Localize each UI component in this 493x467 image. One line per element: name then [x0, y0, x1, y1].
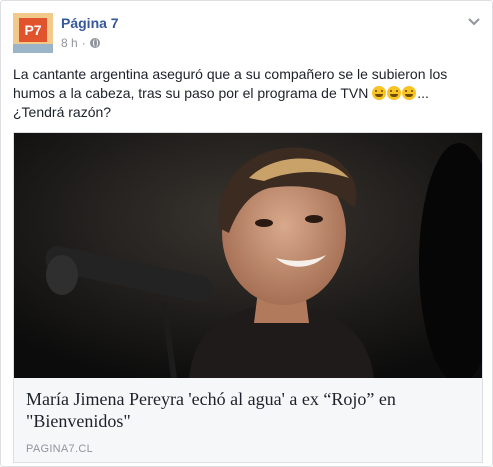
post-timestamp[interactable]: 8 h	[61, 36, 78, 50]
post-message: La cantante argentina aseguró que a su c…	[13, 65, 483, 122]
grinning-face-icon	[402, 86, 417, 100]
link-caption[interactable]: María Jimena Pereyra 'echó al agua' a ex…	[14, 378, 482, 462]
page-avatar[interactable]: P7	[13, 13, 53, 53]
avatar-strip	[13, 44, 53, 53]
page-name-link[interactable]: Página 7	[61, 15, 119, 31]
grinning-face-icon	[372, 86, 387, 100]
article-photo[interactable]	[14, 133, 482, 378]
facebook-post: P7 Página 7 8 h · La cantante argentina …	[0, 0, 493, 467]
grinning-face-icon	[387, 86, 402, 100]
post-header: P7 Página 7 8 h ·	[13, 13, 483, 57]
link-domain: PAGINA7.CL	[26, 443, 93, 455]
page-logo: P7	[19, 18, 47, 42]
link-preview-card[interactable]: María Jimena Pereyra 'echó al agua' a ex…	[13, 132, 483, 463]
globe-icon	[89, 38, 100, 48]
post-meta: 8 h ·	[61, 36, 100, 50]
chevron-down-icon[interactable]	[465, 13, 483, 31]
meta-separator: ·	[81, 36, 86, 50]
link-title[interactable]: María Jimena Pereyra 'echó al agua' a ex…	[26, 388, 466, 432]
